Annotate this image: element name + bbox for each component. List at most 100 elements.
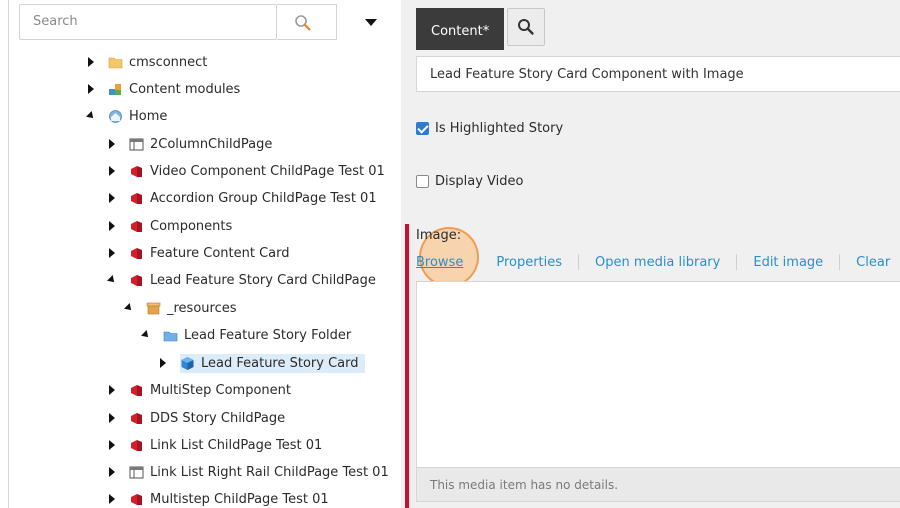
toolbar-divider [578,254,580,270]
tree-item-label: cmsconnect [129,54,208,70]
component-icon [131,192,142,204]
expand-arrow-icon[interactable] [108,413,118,423]
tree-item-dds-story-childpage[interactable]: DDS Story ChildPage [108,406,285,430]
is-highlighted-story-row[interactable]: Is Highlighted Story [416,121,563,136]
display-video-row[interactable]: Display Video [416,174,523,189]
component-icon [131,220,142,232]
is-highlighted-story-checkbox[interactable] [416,122,429,135]
editor-tab-strip: Content* [401,0,900,50]
clear-link[interactable]: Clear [856,255,890,270]
component-icon [131,274,142,286]
tree-item-label: Link List ChildPage Test 01 [150,437,323,453]
expand-arrow-icon[interactable] [108,166,118,176]
tree-search-button[interactable] [277,4,337,40]
expand-arrow-icon[interactable] [108,440,118,450]
validation-error-bar [405,224,409,508]
tree-item-label: Home [129,108,168,124]
tree-item-label: MultiStep Component [150,382,291,398]
tree-item-lead-feature-story-card-childpage[interactable]: Lead Feature Story Card ChildPage [108,268,376,292]
expand-arrow-icon[interactable] [108,221,118,231]
browse-link[interactable]: Browse [416,255,463,270]
component-icon [131,493,142,505]
tree-item-label: Lead Feature Story Card [201,355,359,371]
chevron-down-icon [365,19,377,26]
tree-item-home[interactable]: Home [87,104,167,128]
toolbar-divider [736,254,738,270]
component-icon [131,247,142,259]
tree-item-accordion-group[interactable]: Accordion Group ChildPage Test 01 [108,186,377,210]
tree-item-resources[interactable]: _resources [125,296,237,320]
image-preview-area[interactable] [416,318,900,468]
open-media-library-link[interactable]: Open media library [595,255,720,270]
toolbar-divider [839,254,841,270]
resources-box-icon [146,302,161,314]
tree-item-label: Lead Feature Story Card ChildPage [150,272,376,288]
image-field-toolbar: Browse Properties Open media library Edi… [416,252,900,272]
properties-link[interactable]: Properties [496,255,562,270]
image-field-label: Image: [416,228,462,243]
expand-arrow-icon[interactable] [159,358,169,368]
expand-arrow-icon[interactable] [108,494,118,504]
expand-arrow-icon[interactable] [108,139,118,149]
tree-item-label: Lead Feature Story Folder [184,327,352,343]
image-field-section: Image: Browse Properties Open media libr… [405,224,900,508]
tree-item-label: Video Component ChildPage Test 01 [150,163,385,179]
page-layout-icon [129,138,144,150]
tree-item-video-component[interactable]: Video Component ChildPage Test 01 [108,159,385,183]
component-icon [131,439,142,451]
expand-arrow-icon[interactable] [87,57,97,67]
expand-arrow-icon[interactable] [108,385,118,395]
content-tree-panel: Search cmsconnect Content modules Home 2… [0,0,400,508]
tree-item-link-list-childpage[interactable]: Link List ChildPage Test 01 [108,433,322,457]
tree-item-lead-feature-story-card[interactable]: Lead Feature Story Card [159,351,365,375]
image-path-field[interactable] [416,281,900,319]
tree-item-label: _resources [167,300,237,316]
display-video-checkbox[interactable] [416,175,429,188]
tree-search-input[interactable]: Search [19,4,277,40]
tree-item-content-modules[interactable]: Content modules [87,77,240,101]
tree-item-label: Multistep ChildPage Test 01 [150,491,329,507]
expand-arrow-icon[interactable] [108,467,118,477]
search-options-dropdown[interactable] [340,4,398,40]
tab-search-button[interactable] [507,8,545,46]
search-placeholder: Search [33,14,78,29]
tree-item-link-list-right-rail[interactable]: Link List Right Rail ChildPage Test 01 [108,460,389,484]
edit-image-link[interactable]: Edit image [753,255,823,270]
modules-icon [109,83,121,95]
tree-item-label: 2ColumnChildPage [150,136,273,152]
tree-item-components[interactable]: Components [108,214,232,238]
tree-item-multistep-childpage[interactable]: Multistep ChildPage Test 01 [108,487,329,508]
tab-content[interactable]: Content* [416,8,504,50]
expand-arrow-icon[interactable] [87,84,97,94]
page-layout-icon [129,466,144,478]
tree-item-cmsconnect[interactable]: cmsconnect [87,50,207,74]
item-editor-panel: Content* Lead Feature Story Card Compone… [401,0,900,508]
selected-item-highlight: Lead Feature Story Card [180,353,365,373]
tree-item-lead-feature-story-folder[interactable]: Lead Feature Story Folder [142,323,351,347]
tree-item-2columnchildpage[interactable]: 2ColumnChildPage [108,132,272,156]
collapse-arrow-icon[interactable] [87,111,97,121]
folder-blue-icon [163,331,178,341]
tree-item-label: Content modules [129,81,241,97]
search-icon [518,19,534,35]
cube-icon [181,356,194,370]
tree-item-label: Link List Right Rail ChildPage Test 01 [150,464,389,480]
component-icon [131,384,142,396]
tree-item-multistep-component[interactable]: MultiStep Component [108,378,291,402]
tree-item-feature-content-card[interactable]: Feature Content Card [108,241,290,265]
component-icon [131,165,142,177]
component-icon [131,412,142,424]
image-details-text: This media item has no details. [416,468,900,502]
title-field[interactable]: Lead Feature Story Card Component with I… [416,56,900,92]
expand-arrow-icon[interactable] [108,248,118,258]
sitecore-content-editor: Search cmsconnect Content modules Home 2… [0,0,900,508]
home-globe-icon [109,109,122,123]
tree-item-label: Accordion Group ChildPage Test 01 [150,190,377,206]
is-highlighted-story-label: Is Highlighted Story [435,121,564,136]
display-video-label: Display Video [435,174,524,189]
expand-arrow-icon[interactable] [108,193,118,203]
collapse-arrow-icon[interactable] [125,303,135,313]
collapse-arrow-icon[interactable] [142,330,152,340]
collapse-arrow-icon[interactable] [108,275,118,285]
tree-item-label: DDS Story ChildPage [150,410,286,426]
